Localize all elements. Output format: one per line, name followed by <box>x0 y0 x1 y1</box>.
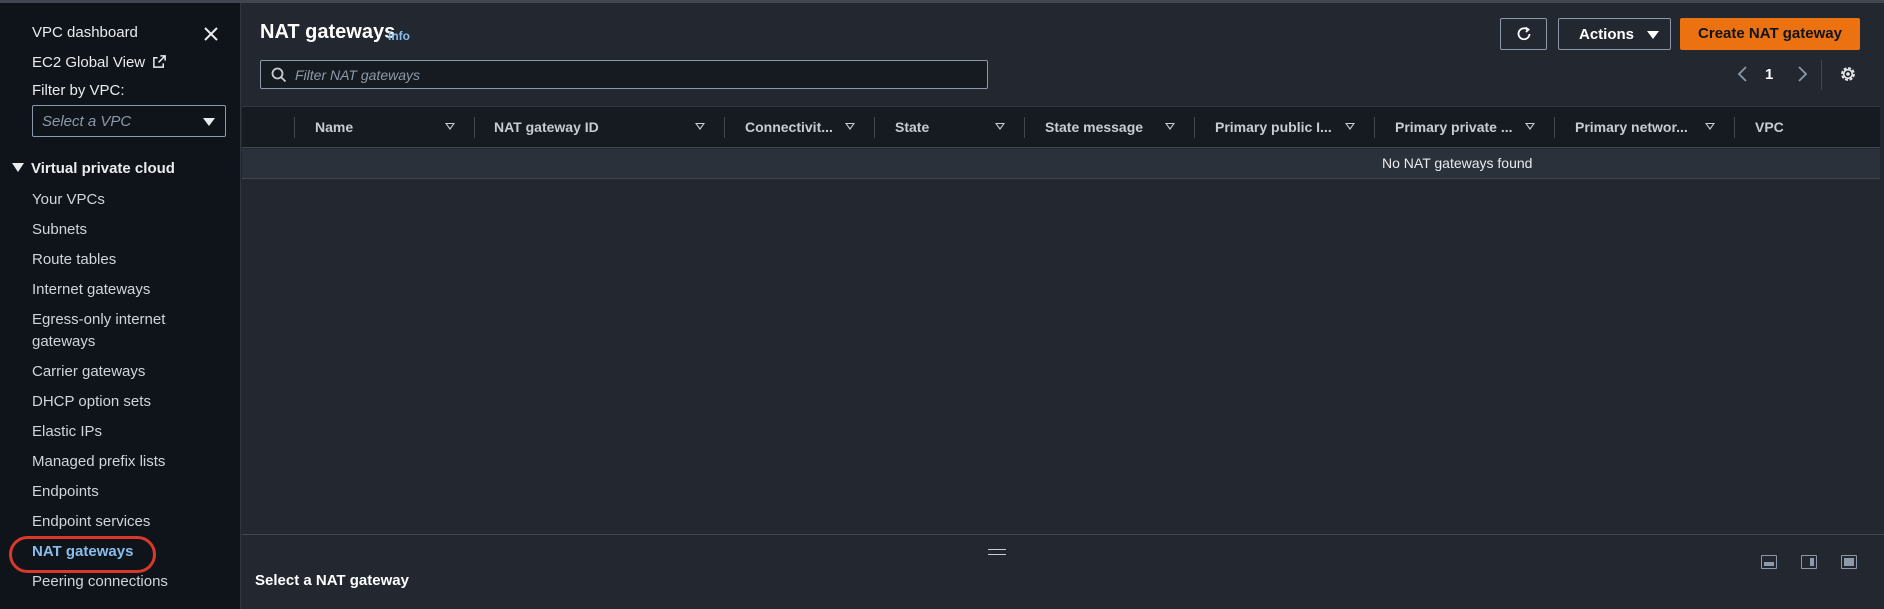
drag-handle-icon[interactable] <box>988 549 1006 555</box>
close-icon[interactable] <box>200 23 222 45</box>
search-icon <box>271 67 287 83</box>
highlight-annotation <box>9 536 156 573</box>
sort-icon[interactable] <box>445 123 455 130</box>
sort-icon[interactable] <box>695 123 705 130</box>
column-header-state-message[interactable]: State message <box>1045 119 1143 135</box>
search-placeholder: Filter NAT gateways <box>295 67 420 83</box>
actions-label: Actions <box>1579 26 1635 43</box>
caret-down-icon <box>203 118 215 126</box>
column-divider[interactable] <box>1024 117 1025 138</box>
virtual-private-cloud-section[interactable]: Virtual private cloud <box>12 160 175 177</box>
sort-icon[interactable] <box>1705 123 1715 130</box>
search-input[interactable]: Filter NAT gateways <box>260 60 988 89</box>
empty-message: No NAT gateways found <box>1382 155 1533 171</box>
split-panel: Select a NAT gateway <box>242 534 1884 609</box>
sidebar-item-your-vpcs[interactable]: Your VPCs <box>32 189 105 211</box>
split-side-icon[interactable] <box>1801 555 1817 569</box>
column-header-primary-private-ip[interactable]: Primary private ... <box>1395 119 1513 135</box>
sidebar-item-subnets[interactable]: Subnets <box>32 219 87 241</box>
filter-by-vpc-label: Filter by VPC: <box>32 82 125 99</box>
caret-down-icon <box>12 163 24 172</box>
sidebar-item-endpoints[interactable]: Endpoints <box>32 481 99 503</box>
split-bottom-icon[interactable] <box>1761 555 1777 569</box>
sidebar-item-internet-gateways[interactable]: Internet gateways <box>32 279 150 301</box>
column-header-primary-public-ip[interactable]: Primary public I... <box>1215 119 1332 135</box>
column-divider[interactable] <box>874 117 875 138</box>
sidebar-item-egress-only-internet-gateways[interactable]: Egress-only internet gateways <box>32 309 202 353</box>
column-header-name[interactable]: Name <box>315 119 353 135</box>
column-header-vpc[interactable]: VPC <box>1755 119 1784 135</box>
page-title: NAT gateways <box>260 21 396 43</box>
sidebar-item-elastic-ips[interactable]: Elastic IPs <box>32 421 102 443</box>
gear-icon[interactable] <box>1838 64 1858 84</box>
info-link[interactable]: Info <box>388 29 410 43</box>
column-divider[interactable] <box>724 117 725 138</box>
sidebar: VPC dashboard EC2 Global View Filter by … <box>0 3 241 609</box>
table-empty-row: No NAT gateways found <box>242 149 1880 179</box>
sidebar-item-peering-connections[interactable]: Peering connections <box>32 571 168 593</box>
divider <box>1821 60 1822 90</box>
refresh-icon <box>1517 26 1531 41</box>
sort-icon[interactable] <box>1345 123 1355 130</box>
sort-icon[interactable] <box>1165 123 1175 130</box>
table-header: Name NAT gateway ID Connectivit... State… <box>242 106 1880 148</box>
create-nat-gateway-button[interactable]: Create NAT gateway <box>1680 18 1860 50</box>
top-border <box>0 0 1884 3</box>
column-header-nat-gateway-id[interactable]: NAT gateway ID <box>494 119 599 135</box>
sidebar-item-dhcp-option-sets[interactable]: DHCP option sets <box>32 391 151 413</box>
column-divider[interactable] <box>1194 117 1195 138</box>
column-header-connectivity[interactable]: Connectivit... <box>745 119 833 135</box>
refresh-button[interactable] <box>1500 18 1547 50</box>
sidebar-item-managed-prefix-lists[interactable]: Managed prefix lists <box>32 451 165 473</box>
split-full-icon[interactable] <box>1841 555 1857 569</box>
vpc-select-placeholder: Select a VPC <box>42 113 132 130</box>
ec2-global-view-link[interactable]: EC2 Global View <box>32 54 167 71</box>
ec2-global-view-label: EC2 Global View <box>32 54 146 71</box>
column-divider <box>294 117 295 138</box>
column-divider[interactable] <box>1554 117 1555 138</box>
sort-icon[interactable] <box>1525 123 1535 130</box>
external-link-icon <box>153 55 167 68</box>
column-divider[interactable] <box>1374 117 1375 138</box>
sort-icon[interactable] <box>995 123 1005 130</box>
caret-down-icon <box>1647 31 1659 39</box>
page-number[interactable]: 1 <box>1765 66 1773 83</box>
chevron-left-icon[interactable] <box>1735 64 1751 84</box>
sidebar-item-endpoint-services[interactable]: Endpoint services <box>32 511 150 533</box>
vpc-select[interactable]: Select a VPC <box>32 105 226 137</box>
column-header-state[interactable]: State <box>895 119 929 135</box>
column-header-primary-network-interface[interactable]: Primary networ... <box>1575 119 1688 135</box>
section-title: Virtual private cloud <box>31 160 175 177</box>
chevron-right-icon[interactable] <box>1794 64 1810 84</box>
column-divider[interactable] <box>1734 117 1735 138</box>
sidebar-item-route-tables[interactable]: Route tables <box>32 249 116 271</box>
split-panel-title: Select a NAT gateway <box>255 572 409 589</box>
sort-icon[interactable] <box>845 123 855 130</box>
vpc-dashboard-link[interactable]: VPC dashboard <box>32 24 138 41</box>
column-divider[interactable] <box>474 117 475 138</box>
actions-button[interactable]: Actions <box>1558 18 1671 50</box>
sidebar-item-carrier-gateways[interactable]: Carrier gateways <box>32 361 145 383</box>
